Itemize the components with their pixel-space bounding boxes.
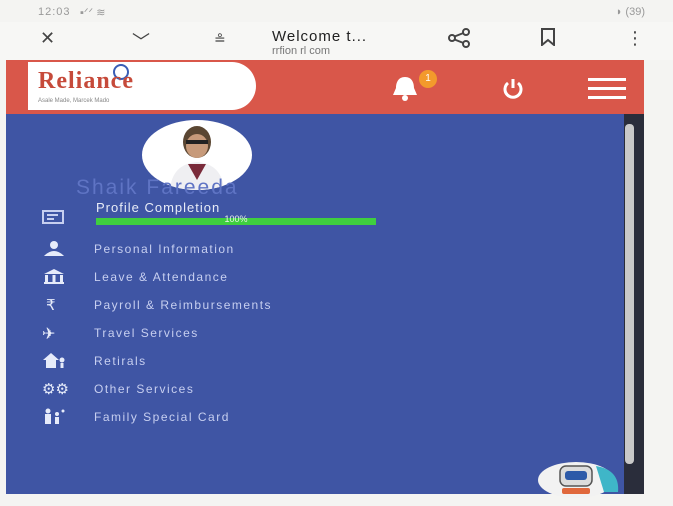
menu-label: Travel Services (94, 326, 199, 340)
more-vert-icon[interactable]: ⋮ (626, 28, 644, 49)
building-icon (42, 268, 66, 284)
url-box[interactable]: Welcome t... rrfion rl com (272, 28, 442, 57)
menu-label: Personal Information (94, 242, 235, 256)
airplane-icon: ✈ (42, 324, 56, 343)
chevron-down-icon[interactable]: ﹀ (132, 28, 150, 54)
profile-completion-fill: 100% (96, 214, 376, 225)
side-menu-panel: Shaik Fareeda Profile Completion 100% Pe… (6, 114, 624, 494)
app-header: Reliance Asale Made, Marcek Mado 1 (6, 60, 644, 114)
rupee-icon: ₹ (46, 296, 56, 314)
menu-label: Retirals (94, 354, 147, 368)
site-settings-icon[interactable]: ≗ (214, 32, 226, 48)
profile-name: Shaik Fareeda (76, 176, 239, 199)
logo-tagline: Asale Made, Marcek Mado (38, 98, 110, 104)
scrollbar[interactable] (625, 124, 634, 464)
power-icon[interactable] (500, 76, 526, 102)
profile-completion-label: Profile Completion (96, 200, 221, 215)
menu-label: Payroll & Reimbursements (94, 298, 273, 312)
gears-icon: ⚙⚙ (42, 380, 69, 398)
menu-label: Leave & Attendance (94, 270, 229, 284)
home-person-icon (42, 352, 66, 368)
status-battery: ◗ (39) (615, 6, 645, 18)
chatbot-icon[interactable] (534, 458, 624, 498)
close-icon[interactable]: ✕ (40, 28, 55, 49)
logo-text: Reliance (38, 68, 134, 94)
status-signal: ▪ᐟᐟ ≋ (80, 7, 106, 19)
profile-completion-bar: 100% (96, 214, 376, 225)
share-icon[interactable] (448, 28, 470, 53)
profile-completion-value: 100% (224, 214, 248, 224)
notification-bell-icon[interactable] (388, 74, 422, 102)
browser-toolbar: ✕ ﹀ ≗ Welcome t... rrfion rl com ⋮ (0, 22, 673, 60)
id-card-icon (42, 210, 64, 229)
family-icon (42, 408, 66, 424)
hamburger-menu-icon[interactable] (588, 78, 626, 100)
status-time: 12:03 (38, 6, 71, 18)
menu-label: Other Services (94, 382, 195, 396)
page-url: rrfion rl com (272, 45, 331, 57)
menu-label: Family Special Card (94, 410, 230, 424)
reliance-logo: Reliance Asale Made, Marcek Mado (28, 62, 256, 110)
status-bar: 12:03 ▪ᐟᐟ ≋ ◗ (39) (0, 0, 673, 22)
notification-badge: 1 (419, 70, 437, 88)
person-icon (42, 240, 66, 256)
bookmark-icon[interactable] (540, 28, 556, 51)
page-title: Welcome t... (272, 28, 368, 45)
